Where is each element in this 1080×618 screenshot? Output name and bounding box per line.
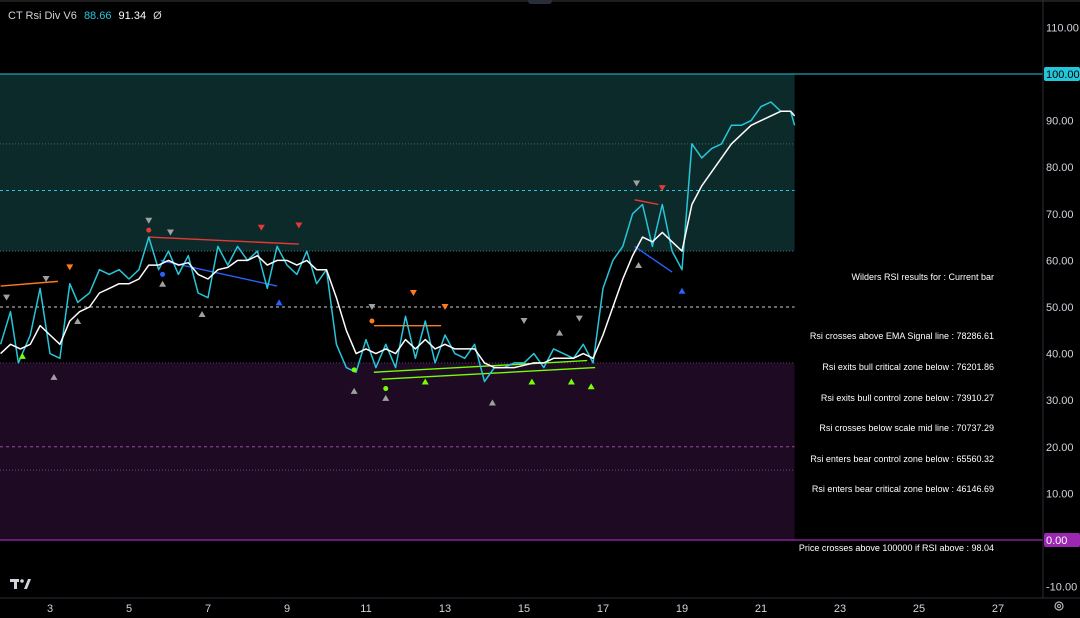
tradingview-logo-icon[interactable]	[10, 578, 32, 590]
up-triangle-marker	[275, 299, 283, 306]
gear-icon[interactable]	[1053, 600, 1065, 612]
y-tick-label: 80.00	[1046, 162, 1074, 174]
y-tick-label: 10.00	[1046, 488, 1074, 500]
down-triangle-marker	[3, 294, 11, 301]
bull-zone	[0, 74, 795, 252]
divergence-line	[0, 280, 58, 287]
x-tick-label: 23	[834, 603, 846, 615]
x-tick-label: 7	[205, 603, 211, 615]
down-triangle-marker	[409, 290, 417, 297]
y-tick-label: 100.00	[1046, 69, 1080, 81]
y-tick-label: 70.00	[1046, 209, 1074, 221]
y-tick-label: 110.00	[1046, 22, 1079, 34]
up-triangle-marker	[635, 262, 643, 269]
down-triangle-marker	[42, 276, 50, 283]
signal-dot	[146, 227, 152, 233]
signal-value: 91.34	[118, 10, 147, 22]
results-line: Rsi exits bull control zone below : 7391…	[820, 392, 994, 403]
y-tick-label: 40.00	[1046, 349, 1074, 361]
up-triangle-marker	[198, 310, 206, 317]
down-triangle-marker	[520, 317, 528, 324]
up-triangle-marker	[74, 317, 82, 324]
results-title: Wilders RSI results for : Current bar	[851, 272, 994, 283]
x-tick-label: 13	[439, 603, 451, 615]
y-tick-label: 90.00	[1046, 116, 1074, 128]
signal-dot	[383, 386, 389, 392]
results-line: Rsi crosses below scale mid line : 70737…	[819, 423, 994, 434]
down-triangle-marker	[441, 304, 449, 310]
x-tick-label: 15	[518, 603, 530, 615]
results-line: Rsi crosses above EMA Signal line : 7828…	[809, 331, 994, 342]
x-tick-label: 5	[126, 603, 132, 615]
rsi-value: 88.66	[83, 10, 112, 22]
signal-dot	[369, 318, 375, 324]
signal-dot	[160, 271, 166, 277]
down-triangle-marker	[575, 315, 583, 322]
up-triangle-marker	[556, 329, 564, 336]
y-tick-label: 50.00	[1046, 302, 1074, 314]
bear-zone	[0, 362, 795, 540]
x-tick-label: 25	[913, 603, 925, 615]
x-tick-label: 3	[47, 603, 53, 615]
price-cross-line: Price crosses above 100000 if RSI above …	[798, 543, 994, 554]
x-tick-label: 17	[597, 603, 609, 615]
x-tick-label: 11	[360, 603, 371, 615]
x-tick-label: 21	[755, 603, 767, 615]
down-triangle-marker	[66, 264, 74, 271]
x-tick-label: 9	[284, 603, 290, 615]
y-tick-label: 30.00	[1046, 395, 1074, 407]
results-line: Rsi exits bull critical zone below : 762…	[822, 362, 994, 373]
up-triangle-marker	[159, 280, 167, 287]
y-tick-label: 20.00	[1046, 442, 1074, 454]
x-tick-label: 27	[992, 603, 1004, 615]
up-triangle-marker	[678, 287, 686, 294]
y-tick-label: 0.00	[1046, 535, 1067, 547]
y-tick-label: 60.00	[1046, 255, 1074, 267]
results-line: Rsi enters bear control zone below : 655…	[810, 453, 994, 464]
indicator-name: CT Rsi Div V6	[8, 10, 77, 22]
indicator-legend[interactable]: CT Rsi Div V6 88.66 91.34 Ø	[8, 10, 162, 22]
up-triangle-marker	[18, 352, 26, 359]
results-line: Rsi enters bear critical zone below : 46…	[811, 484, 994, 495]
y-tick-label: -10.00	[1046, 582, 1077, 594]
rsi-results-panel: Wilders RSI results for : Current bar Rs…	[799, 252, 994, 564]
x-tick-label: 19	[676, 603, 688, 615]
signal-dot	[351, 367, 357, 373]
legend-symbol: Ø	[153, 10, 162, 22]
